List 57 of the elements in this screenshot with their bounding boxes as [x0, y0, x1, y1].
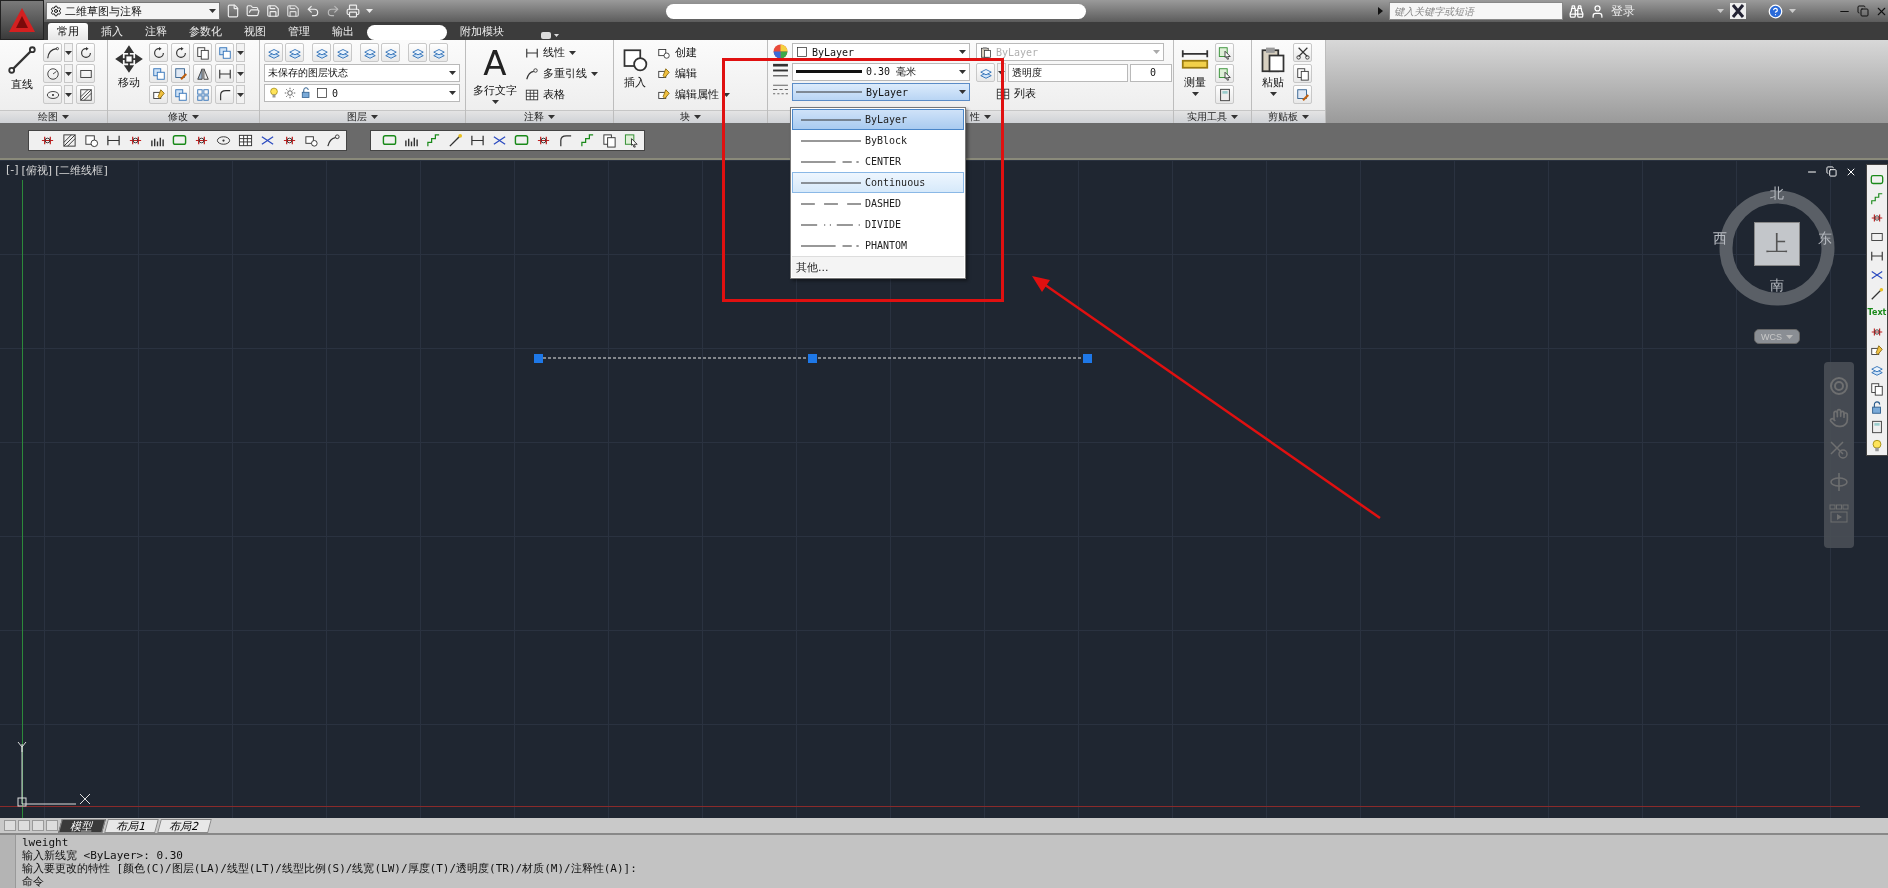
ribbon-tab[interactable]: 注释: [136, 23, 176, 40]
list-button[interactable]: 列表: [994, 84, 1172, 103]
text-tool-icon[interactable]: Text: [1867, 304, 1887, 322]
multiline-text-button[interactable]: A 多行文字: [470, 43, 520, 106]
transparency-field[interactable]: 0: [1130, 63, 1172, 82]
ribbon-tab[interactable]: 插入: [92, 23, 132, 40]
ribbon-tab[interactable]: 附加模块: [451, 23, 513, 40]
other-linetypes-option[interactable]: 其他...: [792, 256, 964, 277]
layout-tab[interactable]: 布局2: [157, 818, 212, 833]
measure-button[interactable]: 测量: [1178, 43, 1212, 98]
command-line-text: 输入新线宽 <ByLayer>: 0.30: [22, 849, 184, 862]
create-block-button[interactable]: 创建: [655, 43, 732, 62]
command-line-text: lweight: [22, 836, 70, 849]
panel-title[interactable]: 绘图: [0, 110, 107, 123]
layer-state-dropdown[interactable]: 未保存的图层状态: [264, 64, 460, 82]
panel-title[interactable]: 剪贴板: [1252, 110, 1325, 123]
linetype-option[interactable]: ByBlock: [792, 130, 964, 151]
layout-tab[interactable]: 布局1: [104, 818, 159, 833]
workspace-dropdown[interactable]: 二维草图与注释: [46, 2, 220, 20]
ribbon-tab[interactable]: 视图: [235, 23, 275, 40]
panel-title[interactable]: 块: [614, 110, 767, 123]
linetype-dropdown[interactable]: ByLayer: [792, 83, 970, 101]
panel-title[interactable]: 实用工具: [1174, 110, 1251, 123]
viewport-control[interactable]: [-]: [6, 163, 19, 178]
lineweight-dropdown[interactable]: 0.30 毫米: [792, 63, 970, 81]
sign-in-link[interactable]: 登录: [1611, 2, 1635, 20]
viewport-control[interactable]: [俯视]: [21, 163, 53, 178]
multileader-button[interactable]: 多重引线: [523, 64, 600, 83]
linetype-option[interactable]: DASHED: [792, 193, 964, 214]
command-line-text: 命令: [22, 875, 45, 888]
edit-block-button[interactable]: 编辑: [655, 64, 732, 83]
edit-attributes-button[interactable]: 编辑属性: [655, 85, 732, 104]
linetype-option[interactable]: DIVIDE: [792, 214, 964, 235]
insert-block-button[interactable]: 插入: [618, 43, 652, 92]
layout-tab[interactable]: 模型: [58, 818, 106, 833]
move-tool-button[interactable]: 移动: [112, 43, 146, 92]
linetype-option[interactable]: ByLayer: [792, 109, 964, 130]
linear-dimension-button[interactable]: 线性: [523, 43, 600, 62]
ribbon-tab[interactable]: 常用: [48, 23, 88, 40]
compass-south[interactable]: 南: [1770, 277, 1784, 295]
viewport-control[interactable]: [二维线框]: [55, 163, 108, 178]
paste-button[interactable]: 粘贴: [1256, 43, 1290, 98]
viewcube-face[interactable]: 上: [1754, 222, 1800, 266]
linetype-option[interactable]: PHANTOM: [792, 235, 964, 256]
command-line-text: 输入要更改的特性 [颜色(C)/图层(LA)/线型(LT)/线型比例(S)/线宽(LW)/厚度(T)/透明度(TR)/材质(M)/注释性(A)]:: [22, 862, 637, 875]
search-field[interactable]: 键入关键字或短语: [1389, 2, 1563, 20]
ribbon-tab[interactable]: 输出: [323, 23, 363, 40]
ribbon-tab[interactable]: 管理: [279, 23, 319, 40]
table-button[interactable]: 表格: [523, 85, 600, 104]
transparency-label: 透明度: [1008, 63, 1128, 82]
linetype-option[interactable]: Continuous: [792, 172, 964, 193]
line-tool-button[interactable]: 直线: [4, 43, 40, 94]
ribbon-tab[interactable]: 参数化: [180, 23, 231, 40]
panel-title[interactable]: 注释: [466, 110, 613, 123]
panel-title[interactable]: 修改: [108, 110, 259, 123]
panel-title[interactable]: 图层: [260, 110, 465, 123]
layer-dropdown[interactable]: 0: [264, 84, 460, 102]
